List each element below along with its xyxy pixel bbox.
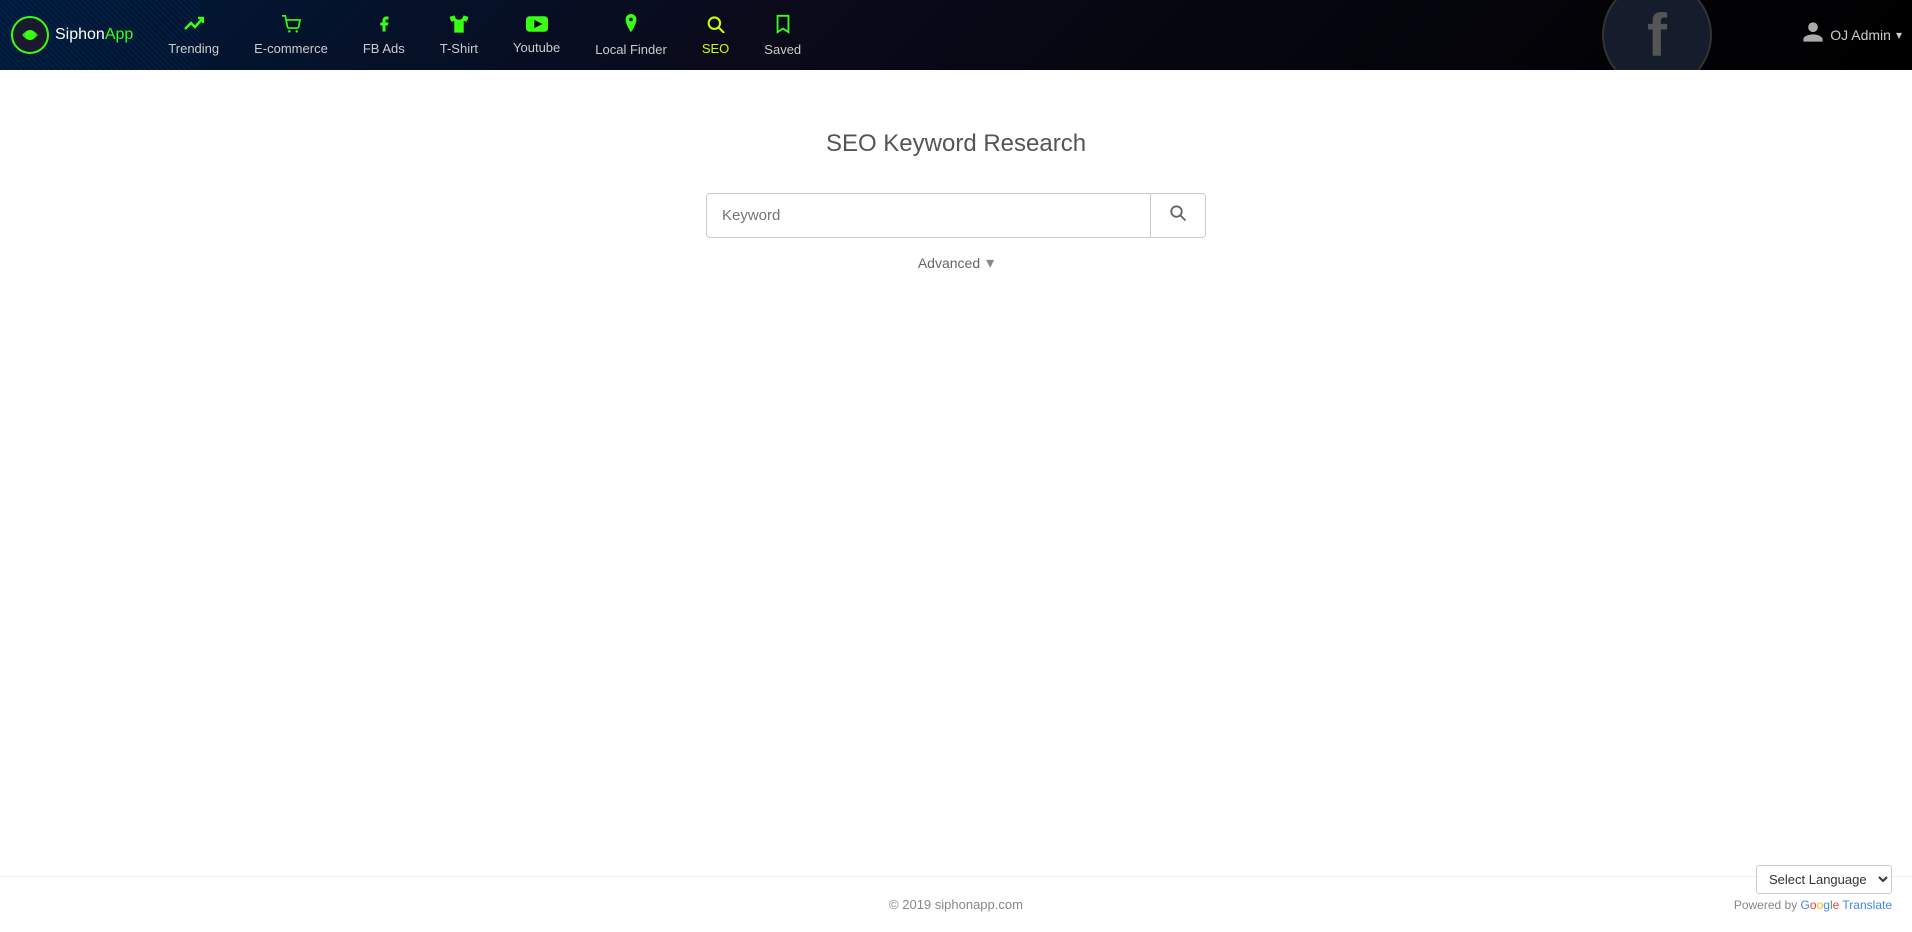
language-select[interactable]: Select Language <box>1756 865 1892 894</box>
nav-tshirt-label: T-Shirt <box>440 41 478 56</box>
nav-item-fbads[interactable]: FB Ads <box>348 10 420 61</box>
seo-icon <box>706 15 726 38</box>
tshirt-icon <box>448 15 470 38</box>
pin-icon <box>623 14 639 39</box>
trending-icon <box>184 15 204 38</box>
advanced-label: Advanced <box>918 255 980 271</box>
nav-youtube-label: Youtube <box>513 40 560 55</box>
advanced-arrow-icon: ▾ <box>986 253 994 273</box>
search-container <box>706 193 1206 238</box>
main-content: SEO Keyword Research Advanced ▾ <box>0 70 1912 876</box>
profile-icon <box>1801 20 1825 50</box>
translate-text: Translate <box>1842 898 1892 912</box>
nav-fbads-label: FB Ads <box>363 41 405 56</box>
nav-item-youtube[interactable]: Youtube <box>498 11 575 60</box>
logo[interactable]: SiphonApp <box>10 15 133 55</box>
nav-ecommerce-label: E-commerce <box>254 41 328 56</box>
advanced-toggle[interactable]: Advanced ▾ <box>918 253 994 273</box>
nav-trending-label: Trending <box>168 41 219 56</box>
google-text: Google <box>1801 898 1843 912</box>
nav-seo-label: SEO <box>702 41 729 56</box>
nav-localfinder-label: Local Finder <box>595 42 667 57</box>
fb-decorative-circle: f <box>1602 0 1712 70</box>
profile-area[interactable]: OJ Admin ▾ <box>1801 20 1902 50</box>
profile-dropdown-arrow: ▾ <box>1896 28 1902 42</box>
saved-icon <box>775 14 791 39</box>
keyword-search-input[interactable] <box>707 195 1150 236</box>
search-icon <box>1169 206 1187 226</box>
nav-item-trending[interactable]: Trending <box>153 10 234 61</box>
nav-saved-label: Saved <box>764 42 801 57</box>
logo-app-text: App <box>105 26 133 44</box>
powered-by: Powered by Google Translate <box>1734 898 1892 912</box>
youtube-icon <box>526 16 548 37</box>
nav-item-saved[interactable]: Saved <box>749 9 816 62</box>
fb-letter: f <box>1647 1 1667 70</box>
nav-item-tshirt[interactable]: T-Shirt <box>425 10 493 61</box>
bottom-right-language: Select Language Powered by Google Transl… <box>1734 865 1892 912</box>
navbar: SiphonApp Trending E-commerce FB Ads <box>0 0 1912 70</box>
fb-ads-icon <box>375 15 393 38</box>
search-button[interactable] <box>1150 194 1205 237</box>
cart-icon <box>281 15 301 38</box>
nav-item-ecommerce[interactable]: E-commerce <box>239 10 343 61</box>
logo-icon <box>10 15 50 55</box>
logo-siphon-text: Siphon <box>55 26 105 44</box>
page-title: SEO Keyword Research <box>826 130 1086 158</box>
nav-item-seo[interactable]: SEO <box>687 10 744 61</box>
footer: © 2019 siphonapp.com <box>0 876 1912 932</box>
profile-name: OJ Admin <box>1830 27 1891 43</box>
footer-text: © 2019 siphonapp.com <box>889 897 1023 912</box>
nav-item-localfinder[interactable]: Local Finder <box>580 9 682 62</box>
nav-items: Trending E-commerce FB Ads T-Shirt <box>153 9 1801 62</box>
powered-by-text: Powered by <box>1734 898 1801 912</box>
